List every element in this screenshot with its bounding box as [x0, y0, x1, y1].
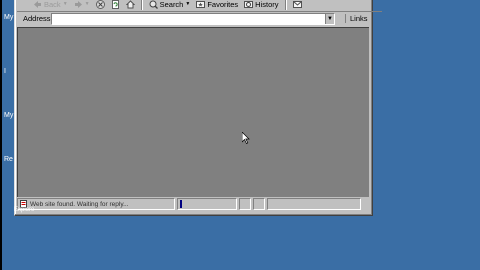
search-icon	[149, 0, 158, 9]
chevron-down-icon: ▼	[84, 1, 90, 7]
mouse-cursor-icon	[242, 132, 250, 144]
favorites-label: Favorites	[207, 0, 239, 9]
desktop-icon-label: Re	[4, 156, 13, 163]
favorites-button[interactable]: Favorites	[194, 0, 240, 10]
address-input[interactable]: ▼	[51, 12, 335, 25]
toolbar-separator	[140, 0, 143, 10]
back-button[interactable]: Back ▼	[31, 0, 70, 10]
screen-edge	[0, 0, 2, 270]
home-icon	[125, 0, 135, 8]
status-text-cell: Web site found. Waiting for reply...	[17, 198, 175, 210]
address-label: Address	[23, 14, 51, 23]
refresh-button[interactable]	[109, 0, 122, 10]
progress-bar	[177, 198, 237, 210]
forward-button[interactable]: ▼	[72, 0, 92, 10]
back-label: Back	[44, 0, 61, 9]
chevron-down-icon: ▼	[62, 1, 68, 7]
chevron-down-icon: ▼	[185, 1, 191, 7]
stop-icon	[95, 0, 105, 9]
chevron-down-icon: ▼	[327, 15, 333, 22]
internet-explorer-window: Back ▼ ▼ Search ▼ Favorites History Addr…	[14, 0, 382, 216]
desktop-icon-internet-explorer[interactable]: Explore	[14, 207, 34, 213]
back-arrow-icon	[34, 0, 41, 8]
stop-button[interactable]	[94, 0, 107, 10]
status-zone-cell	[267, 198, 361, 210]
search-button[interactable]: Search ▼	[147, 0, 193, 10]
status-message: Web site found. Waiting for reply...	[30, 200, 129, 208]
address-bar: Address ▼ Links	[17, 12, 368, 25]
standard-toolbar: Back ▼ ▼ Search ▼ Favorites History	[17, 0, 382, 12]
status-bar: Web site found. Waiting for reply...	[17, 198, 368, 210]
home-button[interactable]	[124, 0, 137, 10]
search-label: Search	[159, 0, 184, 9]
refresh-icon	[111, 0, 119, 9]
page-content-area[interactable]	[17, 27, 369, 197]
desktop-icon-label: Explore	[14, 207, 35, 213]
mail-button[interactable]	[291, 0, 304, 10]
progress-fill	[180, 200, 182, 208]
links-button[interactable]: Links	[345, 14, 368, 23]
history-label: History	[255, 0, 279, 9]
forward-arrow-icon	[74, 0, 82, 8]
favorites-icon	[196, 0, 206, 8]
desktop-icon-label: I	[4, 68, 6, 75]
desktop-icon-label: My	[4, 112, 14, 119]
mail-icon	[292, 0, 302, 8]
toolbar-separator	[284, 0, 287, 10]
address-dropdown-button[interactable]: ▼	[325, 13, 334, 24]
desktop-icon-label: My	[4, 14, 14, 21]
status-misc-cell	[253, 198, 265, 210]
history-button[interactable]: History	[242, 0, 280, 10]
history-icon	[244, 0, 254, 8]
status-security-cell	[239, 198, 251, 210]
